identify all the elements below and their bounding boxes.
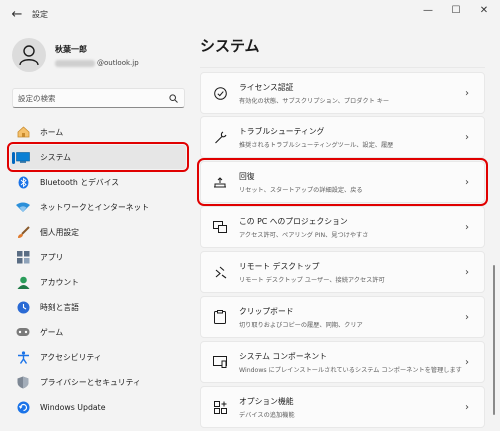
sidebar-item-label: Windows Update: [40, 402, 106, 412]
sidebar-item-label: Bluetooth とデバイス: [40, 177, 120, 187]
card-title: トラブルシューティング: [239, 126, 325, 136]
card-description: 推奨されるトラブルシューティングツール、設定、履歴: [239, 141, 394, 149]
sidebar-item-windows-update[interactable]: Windows Update: [10, 395, 186, 419]
recovery-icon: [212, 174, 228, 190]
clipboard-icon: [212, 309, 228, 325]
projection-icon: [212, 219, 228, 235]
scrollbar[interactable]: [493, 265, 495, 415]
sidebar-item-label: プライバシーとセキュリティ: [40, 377, 141, 387]
sidebar-item-label: アクセシビリティ: [40, 352, 102, 362]
card-title: クリップボード: [239, 306, 294, 316]
back-arrow-icon[interactable]: ←: [8, 6, 26, 24]
settings-card-activation[interactable]: ライセンス認証 有効化の状態、サブスクリプション、プロダクト キー ›: [200, 72, 485, 114]
app-title: 設定: [32, 10, 48, 19]
maximize-button[interactable]: ☐: [444, 3, 468, 19]
apps-icon: [16, 250, 30, 264]
chevron-right-icon: ›: [465, 176, 469, 188]
card-title: 回復: [239, 171, 255, 181]
settings-card-projection[interactable]: この PC へのプロジェクション アクセス許可、ペアリング PIN、見つけやすさ…: [200, 206, 485, 248]
search-box[interactable]: [12, 88, 185, 108]
sidebar-item-accessibility[interactable]: アクセシビリティ: [10, 345, 186, 369]
sidebar-item-label: 個人用設定: [40, 227, 79, 237]
minimize-button[interactable]: —: [416, 3, 440, 19]
card-description: リモート デスクトップ ユーザー、接続アクセス許可: [239, 276, 385, 284]
sidebar-item-bluetooth[interactable]: Bluetooth とデバイス: [10, 170, 186, 194]
chevron-right-icon: ›: [465, 87, 469, 99]
avatar[interactable]: [12, 38, 46, 72]
sidebar-item-label: アプリ: [40, 252, 64, 262]
windows-update-icon: [16, 400, 30, 414]
settings-card-system-components[interactable]: システム コンポーネント Windows にプレインストールされているシステム …: [200, 341, 485, 383]
bluetooth-icon: [16, 175, 30, 189]
settings-card-remote-desktop[interactable]: リモート デスクトップ リモート デスクトップ ユーザー、接続アクセス許可 ›: [200, 251, 485, 293]
settings-card-troubleshoot[interactable]: トラブルシューティング 推奨されるトラブルシューティングツール、設定、履歴 ›: [200, 116, 485, 158]
settings-card-clipboard[interactable]: クリップボード 切り取りおよびコピーの履歴、同期、クリア ›: [200, 296, 485, 338]
card-description: デバイスの追加機能: [239, 411, 295, 419]
system-monitor-icon: [16, 150, 30, 164]
sidebar-item-gaming[interactable]: ゲーム: [10, 320, 186, 344]
wrench-icon: [212, 129, 228, 145]
sidebar-item-label: ゲーム: [40, 327, 64, 337]
sidebar-item-label: アカウント: [40, 277, 79, 287]
settings-card-optional-features[interactable]: オプション機能 デバイスの追加機能 ›: [200, 386, 485, 428]
sidebar-item-label: 時刻と言語: [40, 302, 79, 312]
brush-icon: [16, 225, 30, 239]
card-description: Windows にプレインストールされているシステム コンポーネントを管理します: [239, 366, 462, 374]
card-title: オプション機能: [239, 396, 294, 406]
sidebar-item-personalization[interactable]: 個人用設定: [10, 220, 186, 244]
search-input[interactable]: [18, 92, 158, 105]
page-title: システム: [200, 37, 260, 55]
sidebar-item-network[interactable]: ネットワークとインターネット: [10, 195, 186, 219]
sidebar-item-label: ホーム: [40, 127, 64, 137]
close-button[interactable]: ✕: [472, 3, 496, 19]
user-email-row: @outlook.jp: [55, 58, 139, 68]
sidebar-item-system[interactable]: システム: [7, 142, 189, 172]
wifi-icon: [16, 200, 30, 214]
account-icon: [16, 275, 30, 289]
settings-card-recovery[interactable]: 回復 リセット、スタートアップの詳細設定、戻る ›: [197, 158, 488, 206]
home-icon: [16, 125, 30, 139]
card-title: ライセンス認証: [239, 82, 294, 92]
sidebar-item-privacy[interactable]: プライバシーとセキュリティ: [10, 370, 186, 394]
card-title: この PC へのプロジェクション: [239, 216, 348, 226]
check-circle-icon: [212, 85, 228, 101]
card-title: リモート デスクトップ: [239, 261, 320, 271]
clock-globe-icon: [16, 300, 30, 314]
card-description: 有効化の状態、サブスクリプション、プロダクト キー: [239, 97, 390, 105]
sidebar-item-apps[interactable]: アプリ: [10, 245, 186, 269]
sidebar-item-accounts[interactable]: アカウント: [10, 270, 186, 294]
chevron-right-icon: ›: [465, 131, 469, 143]
sidebar-item-home[interactable]: ホーム: [10, 120, 186, 144]
optional-features-icon: [212, 399, 228, 415]
search-icon[interactable]: [169, 94, 178, 103]
card-description: アクセス許可、ペアリング PIN、見つけやすさ: [239, 231, 369, 239]
sidebar-item-label: ネットワークとインターネット: [40, 202, 150, 212]
card-description: リセット、スタートアップの詳細設定、戻る: [239, 186, 363, 194]
remote-desktop-icon: [212, 264, 228, 280]
system-component-icon: [212, 354, 228, 370]
chevron-right-icon: ›: [465, 356, 469, 368]
sidebar-item-time-language[interactable]: 時刻と言語: [10, 295, 186, 319]
shield-icon: [16, 375, 30, 389]
title-bar: ← 設定 — ☐ ✕: [0, 0, 500, 30]
email-redaction: [55, 59, 95, 67]
sidebar-item-label: システム: [40, 152, 71, 162]
card-description: 切り取りおよびコピーの履歴、同期、クリア: [239, 321, 363, 329]
user-name: 秋葉一郎: [55, 45, 87, 54]
card-title: システム コンポーネント: [239, 351, 328, 361]
user-email: @outlook.jp: [97, 59, 139, 67]
chevron-right-icon: ›: [465, 311, 469, 323]
gamepad-icon: [16, 325, 30, 339]
person-icon: [19, 45, 39, 66]
accessibility-icon: [16, 350, 30, 364]
card-stub: [200, 63, 485, 68]
chevron-right-icon: ›: [465, 266, 469, 278]
chevron-right-icon: ›: [465, 401, 469, 413]
chevron-right-icon: ›: [465, 221, 469, 233]
